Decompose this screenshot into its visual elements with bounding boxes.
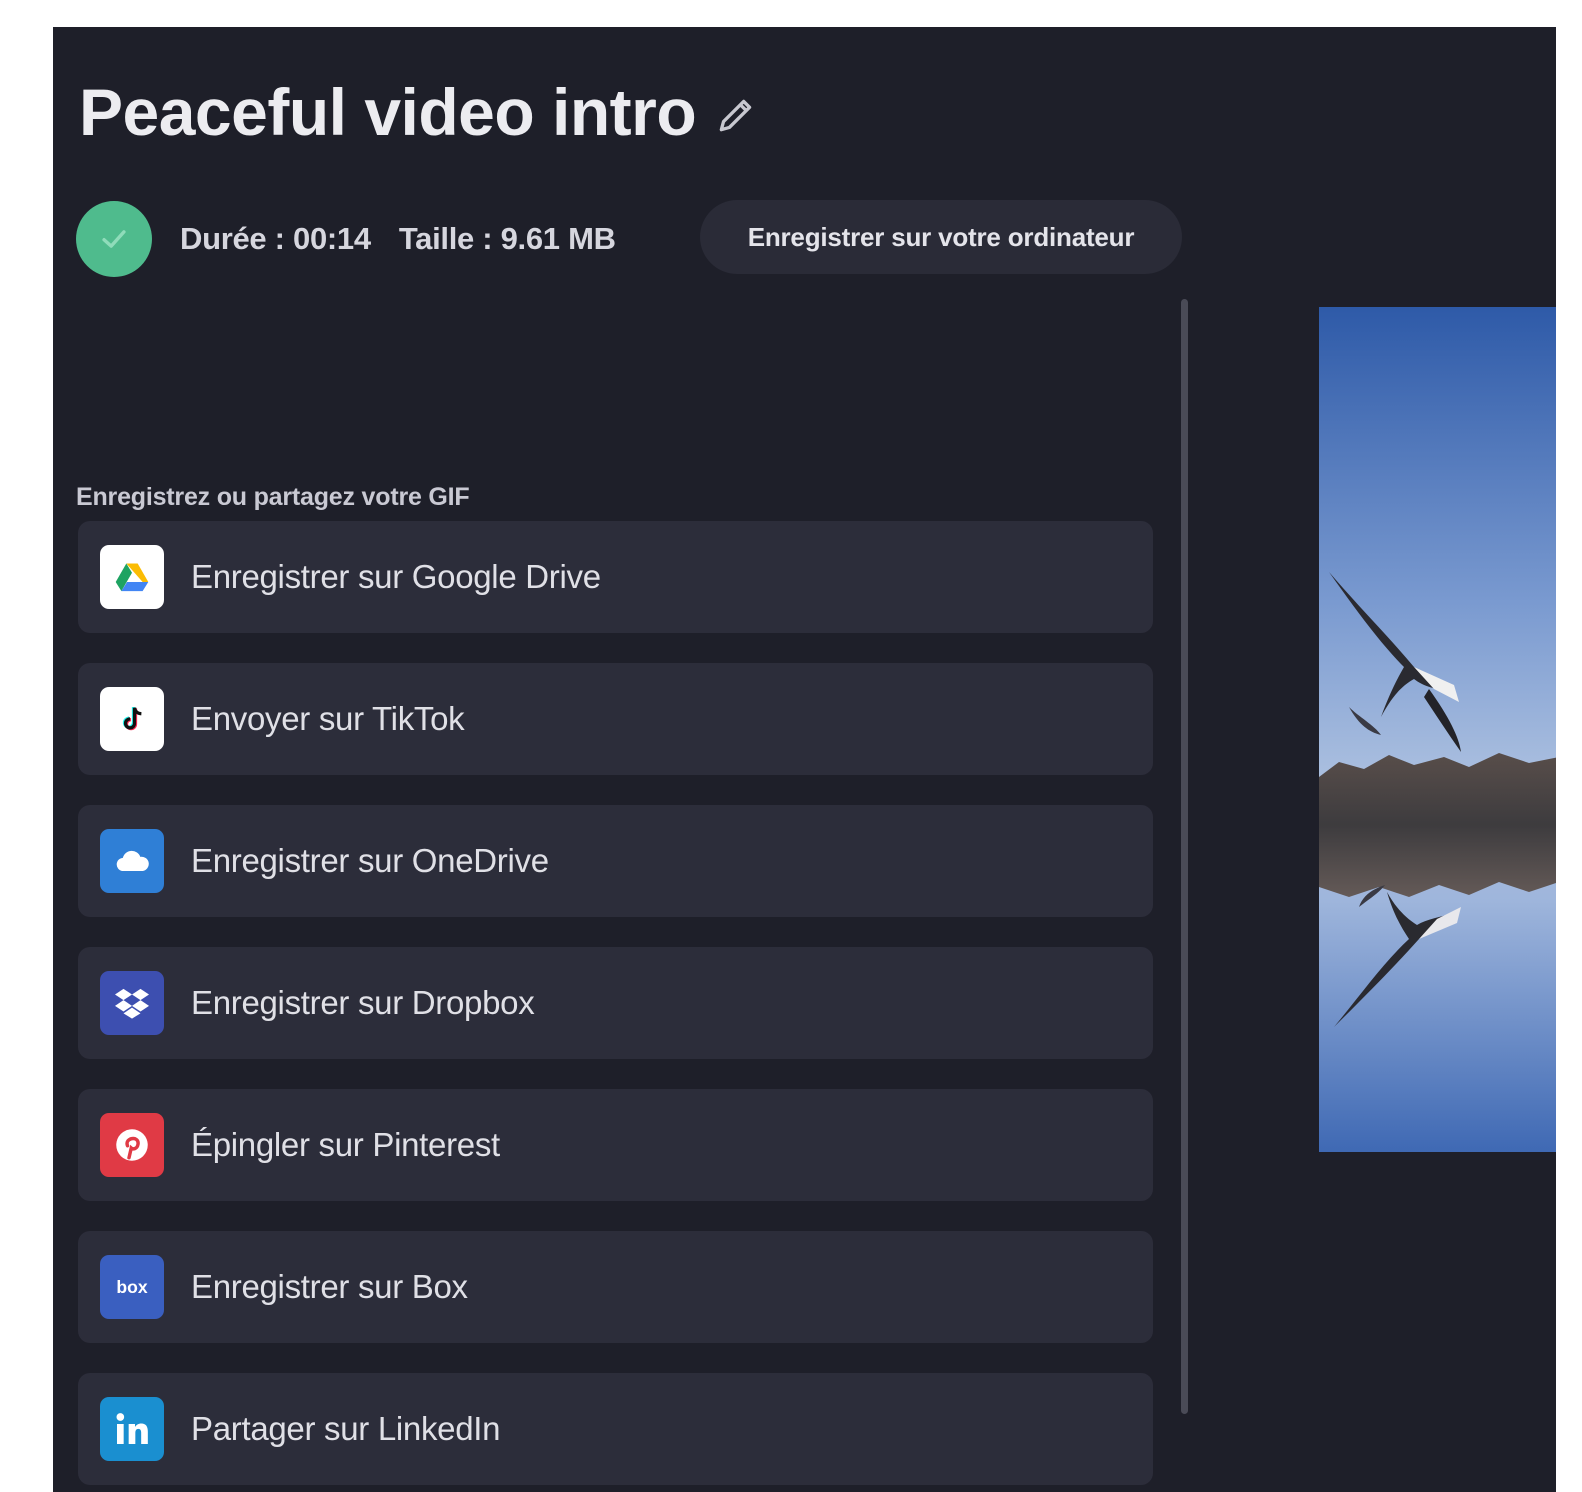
title-row: Peaceful video intro [79,79,758,145]
share-item-box[interactable]: box Enregistrer sur Box [78,1231,1153,1343]
tiktok-icon [100,687,164,751]
share-item-tiktok[interactable]: Envoyer sur TikTok [78,663,1153,775]
share-item-label: Envoyer sur TikTok [191,700,465,737]
share-item-dropbox[interactable]: Enregistrer sur Dropbox [78,947,1153,1059]
share-item-linkedin[interactable]: Partager sur LinkedIn [78,1373,1153,1485]
box-icon: box [100,1255,164,1319]
share-item-label: Enregistrer sur Dropbox [191,984,535,1021]
dropbox-icon [100,971,164,1035]
share-heading: Enregistrez ou partagez votre GIF [76,483,470,511]
share-item-pinterest[interactable]: Épingler sur Pinterest [78,1089,1153,1201]
share-item-label: Épingler sur Pinterest [191,1126,500,1163]
gif-preview-image [1319,307,1556,1152]
share-item-google-drive[interactable]: Enregistrer sur Google Drive [78,521,1153,633]
svg-text:box: box [116,1277,147,1297]
save-to-computer-button[interactable]: Enregistrer sur votre ordinateur [700,200,1182,274]
share-item-onedrive[interactable]: Enregistrer sur OneDrive [78,805,1153,917]
share-item-label: Enregistrer sur Google Drive [191,558,601,595]
share-item-label: Enregistrer sur OneDrive [191,842,549,879]
linkedin-icon [100,1397,164,1461]
export-panel: Peaceful video intro Durée : 00:14 Taill… [53,27,1556,1492]
duration-text: Durée : 00:14 [180,221,371,256]
scrollbar[interactable] [1181,299,1188,1414]
onedrive-icon [100,829,164,893]
share-item-label: Partager sur LinkedIn [191,1410,501,1447]
status-row: Durée : 00:14 Taille : 9.61 MB [76,201,616,277]
check-icon [76,201,152,277]
page-title: Peaceful video intro [79,75,697,149]
size-text: Taille : 9.61 MB [398,221,616,256]
pinterest-icon [100,1113,164,1177]
share-item-label: Enregistrer sur Box [191,1268,468,1305]
pencil-icon[interactable] [714,93,758,137]
google-drive-icon [100,545,164,609]
